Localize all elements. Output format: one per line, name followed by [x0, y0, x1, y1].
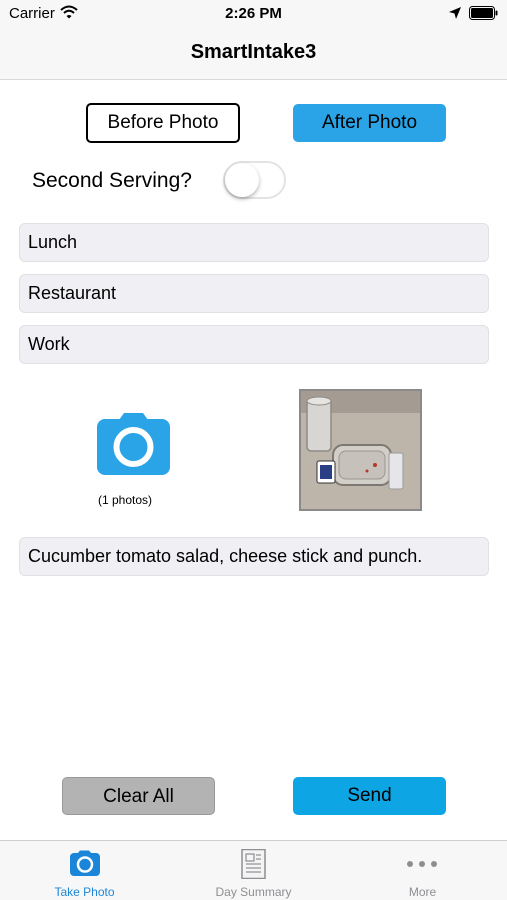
tab-bar: Take Photo Day Summary More	[0, 840, 507, 900]
activity-field[interactable]: Work	[19, 325, 489, 364]
camera-icon	[97, 413, 170, 475]
location-arrow-icon	[448, 6, 462, 25]
photo-count-label: (1 photos)	[97, 493, 153, 507]
take-photo-camera-button[interactable]	[97, 412, 170, 475]
meal-photo-thumbnail[interactable]	[299, 389, 422, 511]
document-icon	[169, 848, 338, 880]
before-photo-button[interactable]: Before Photo	[86, 103, 240, 143]
tab-label: More	[408, 885, 437, 899]
more-dots-icon	[338, 849, 507, 879]
photo-thumbnail-image	[301, 391, 420, 509]
camera-icon	[0, 849, 169, 879]
location-field[interactable]: Restaurant	[19, 274, 489, 313]
tab-more[interactable]: More	[338, 841, 507, 900]
battery-icon	[469, 6, 499, 25]
tab-label: Day Summary	[215, 885, 292, 899]
second-serving-label: Second Serving?	[32, 169, 192, 192]
toggle-knob	[225, 163, 259, 197]
navigation-bar: SmartIntake3	[0, 28, 507, 80]
food-description-field[interactable]: Cucumber tomato salad, cheese stick and …	[19, 537, 489, 576]
send-button[interactable]: Send	[293, 777, 446, 815]
tab-label: Take Photo	[54, 885, 115, 899]
meal-field[interactable]: Lunch	[19, 223, 489, 262]
clear-all-button[interactable]: Clear All	[62, 777, 215, 815]
status-time: 2:26 PM	[225, 5, 282, 22]
after-photo-button[interactable]: After Photo	[293, 104, 446, 142]
tab-take-photo[interactable]: Take Photo	[0, 841, 169, 900]
tab-day-summary[interactable]: Day Summary	[169, 841, 338, 900]
second-serving-toggle[interactable]	[223, 161, 286, 199]
page-title: SmartIntake3	[190, 41, 317, 63]
status-bar: Carrier 2:26 PM	[0, 0, 507, 28]
